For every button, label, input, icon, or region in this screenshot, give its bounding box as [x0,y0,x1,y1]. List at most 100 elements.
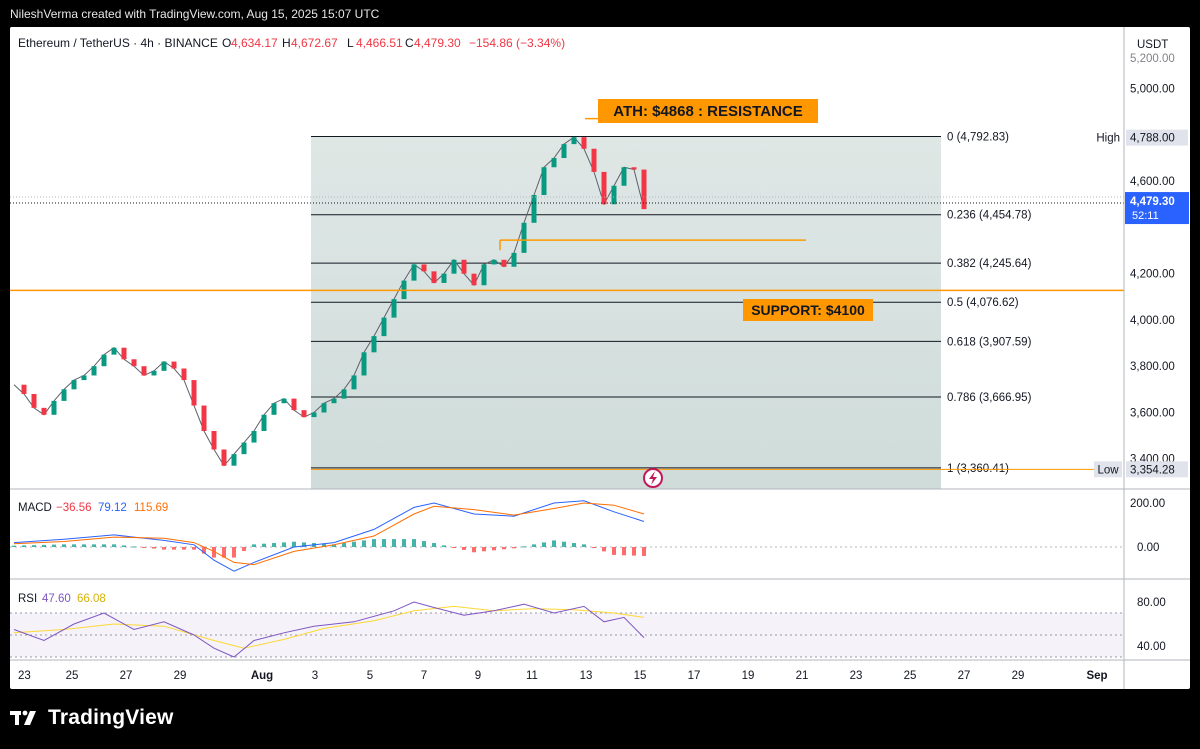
fib-label-0.618: 0.618 (3,907.59) [947,336,1032,348]
fib-label-0.5: 0.5 (4,076.62) [947,297,1019,309]
rsi-y-tick: 80.00 [1137,597,1166,609]
macd-histogram-bar [32,545,36,547]
macd-histogram-bar [552,540,556,547]
candle[interactable] [581,137,587,149]
candle[interactable] [71,380,77,390]
candle[interactable] [271,403,277,415]
candle[interactable] [291,398,297,411]
candle[interactable] [411,264,417,281]
macd-histogram-bar [142,547,146,548]
candle[interactable] [431,271,437,283]
candle[interactable] [421,264,427,272]
candle[interactable] [571,137,577,145]
candle[interactable] [81,375,87,381]
candle[interactable] [241,442,247,455]
candle[interactable] [441,273,447,283]
candle[interactable] [511,252,517,267]
candle[interactable] [21,384,27,394]
candle[interactable] [111,347,117,355]
candle[interactable] [611,185,617,205]
candle[interactable] [341,389,347,399]
macd-pane[interactable] [10,490,1124,578]
candle[interactable] [261,414,267,431]
candle[interactable] [481,264,487,286]
candle[interactable] [201,405,207,431]
x-tick-label: 21 [796,670,809,682]
macd-histogram-bar [62,544,66,547]
candle[interactable] [181,368,187,381]
chart-frame[interactable]: 0 (4,792.83) 0.236 (4,454.78) 0.382 (4,245… [10,27,1190,689]
candle[interactable] [601,171,607,205]
x-tick-label: 29 [1012,670,1025,682]
candle[interactable] [41,407,47,415]
candle[interactable] [371,336,377,353]
tradingview-logo[interactable]: TradingView [10,706,174,730]
currency-label[interactable]: USDT [1137,39,1168,51]
candle[interactable] [391,299,397,318]
candle[interactable] [321,403,327,413]
candle[interactable] [461,259,467,274]
candle[interactable] [281,398,287,404]
candle[interactable] [361,352,367,376]
candle[interactable] [451,259,457,274]
candle[interactable] [591,148,597,172]
x-tick-label: 27 [120,670,133,682]
candle[interactable] [231,454,237,466]
candle[interactable] [221,449,227,466]
high-marker-value: 4,788.00 [1130,133,1175,145]
candle[interactable] [121,347,127,360]
candle[interactable] [311,412,317,418]
macd-histogram-bar [422,541,426,547]
macd-histogram-bar [182,547,186,550]
ohlc-label: O [222,36,231,50]
candle[interactable] [501,259,507,267]
candle[interactable] [161,361,167,371]
x-tick-label: 17 [688,670,701,682]
candle[interactable] [471,273,477,286]
candle[interactable] [251,430,257,443]
candle[interactable] [31,393,37,408]
macd-histogram-bar [162,547,166,550]
low-marker-label: Low [1097,464,1119,476]
macd-histogram-bar [462,547,466,550]
fib-label-0.236: 0.236 (4,454.78) [947,210,1032,222]
candle[interactable] [381,317,387,337]
candle[interactable] [211,430,217,450]
candle[interactable] [521,222,527,253]
candle[interactable] [91,366,97,376]
candle[interactable] [621,167,627,186]
y-tick-label: 4,600.00 [1130,176,1175,188]
candle[interactable] [191,380,197,406]
macd-label[interactable]: MACD [18,502,52,514]
resistance-annotation[interactable]: ATH: $4868 : RESISTANCE [598,99,818,123]
candle[interactable] [541,167,547,196]
candle[interactable] [51,400,57,415]
x-tick-label: 27 [958,670,971,682]
candle[interactable] [151,370,157,376]
candle[interactable] [301,410,307,418]
macd-histogram-bar [242,547,246,551]
trading-chart[interactable]: 0 (4,792.83) 0.236 (4,454.78) 0.382 (4,245… [10,27,1190,689]
ohlc-value: 4,634.17 [231,36,278,50]
candle[interactable] [101,354,107,367]
candle[interactable] [131,359,137,367]
y-tick-label: 3,600.00 [1130,407,1175,419]
candle[interactable] [331,398,337,404]
candle[interactable] [551,158,557,168]
y-tick-label: 3,800.00 [1130,361,1175,373]
candle[interactable] [491,259,497,265]
candle[interactable] [61,389,67,401]
support-annotation[interactable]: SUPPORT: $4100 [743,299,873,321]
rsi-label[interactable]: RSI [18,593,37,605]
x-tick-label: 23 [850,670,863,682]
macd-histogram-bar [642,547,646,556]
candle[interactable] [631,167,637,170]
y-tick-label: 4,000.00 [1130,315,1175,327]
candle[interactable] [171,361,177,369]
candle[interactable] [561,144,567,158]
candle[interactable] [531,195,537,223]
candle[interactable] [351,375,357,390]
macd-histogram-bar [342,543,346,547]
lightning-icon[interactable] [643,468,663,488]
candle[interactable] [141,366,147,376]
